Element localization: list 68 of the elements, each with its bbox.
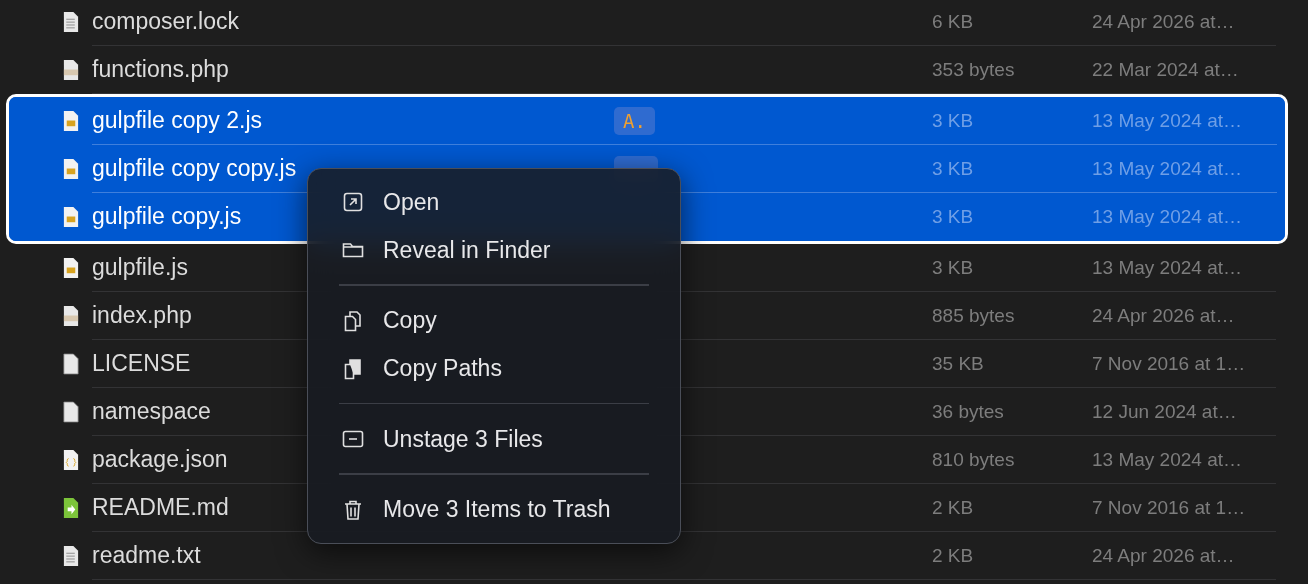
file-size: 3 KB [932,109,975,132]
js-file-icon [62,257,80,279]
file-name: gulpfile copy.js [92,203,242,230]
date-modified: 22 Mar 2024 at… [1092,58,1239,81]
open-icon [342,191,364,213]
js-file-icon [62,110,80,132]
copy-icon [342,309,364,332]
menu-item-label: Move 3 Items to Trash [383,496,611,523]
date-modified: 13 May 2024 at… [1092,256,1242,279]
js-file-icon [62,158,80,180]
php-file-icon [62,305,80,327]
menu-item-label: Reveal in Finder [383,236,551,264]
file-name: README.md [92,494,229,521]
file-size: 36 bytes [932,400,1005,423]
file-size: 6 KB [932,10,975,33]
date-modified: 24 Apr 2026 at… [1092,544,1235,567]
date-modified: 13 May 2024 at… [1092,157,1242,180]
file-name: gulpfile copy copy.js [92,155,297,182]
file-name: composer.lock [92,8,239,35]
file-size: 885 bytes [932,304,1016,327]
menu-item[interactable]: Unstage 3 Files [308,415,680,463]
php-file-icon [62,59,80,81]
file-size: 810 bytes [932,448,1016,471]
menu-item-label: Copy Paths [383,355,502,382]
blank-file-icon [62,401,80,423]
menu-item[interactable]: Copy Paths [308,344,680,393]
menu-item[interactable]: Move 3 Items to Trash [308,485,680,534]
menu-item[interactable]: Open [308,178,680,226]
blank-file-icon [62,353,80,375]
minus-box-icon [342,428,364,450]
file-size: 3 KB [932,256,975,279]
date-modified: 24 Apr 2026 at… [1092,304,1235,327]
date-modified: 13 May 2024 at… [1092,109,1242,132]
json-file-icon [62,449,80,471]
git-status-badge: A. [614,106,655,135]
date-modified: 13 May 2024 at… [1092,448,1242,471]
file-name: readme.txt [92,542,201,569]
file-size: 35 KB [932,352,985,375]
file-size: 2 KB [932,496,975,519]
document-icon [62,11,80,33]
file-name: LICENSE [92,350,191,377]
file-size: 353 bytes [932,58,1016,81]
file-size: 3 KB [932,205,975,228]
file-row[interactable]: gulpfile copy 2.js A. 3 KB 13 May 2024 at… [9,97,1285,145]
document-icon [62,545,80,567]
copy-icon [342,357,364,380]
date-modified: 24 Apr 2026 at… [1092,10,1235,33]
js-file-icon [62,206,80,228]
file-name: index.php [92,302,192,329]
markdown-file-icon [62,497,80,519]
file-name: functions.php [92,56,229,83]
menu-item-label: Open [383,188,440,216]
file-name: gulpfile.js [92,254,188,281]
date-modified: 13 May 2024 at… [1092,205,1242,228]
trash-icon [342,498,364,521]
menu-item[interactable]: Reveal in Finder [308,226,680,274]
file-name: namespace [92,398,211,425]
menu-item-label: Unstage 3 Files [383,425,543,453]
date-modified: 7 Nov 2016 at 1… [1092,352,1246,375]
menu-item[interactable]: Copy [308,296,680,345]
file-row[interactable]: composer.lock 6 KB 24 Apr 2026 at… [0,0,1308,46]
file-size: 2 KB [932,544,975,567]
file-size: 3 KB [932,157,975,180]
date-modified: 7 Nov 2016 at 1… [1092,496,1246,519]
file-name: gulpfile copy 2.js [92,107,263,134]
date-modified: 12 Jun 2024 at… [1092,400,1237,423]
file-name: package.json [92,446,228,473]
menu-item-label: Copy [383,307,437,334]
